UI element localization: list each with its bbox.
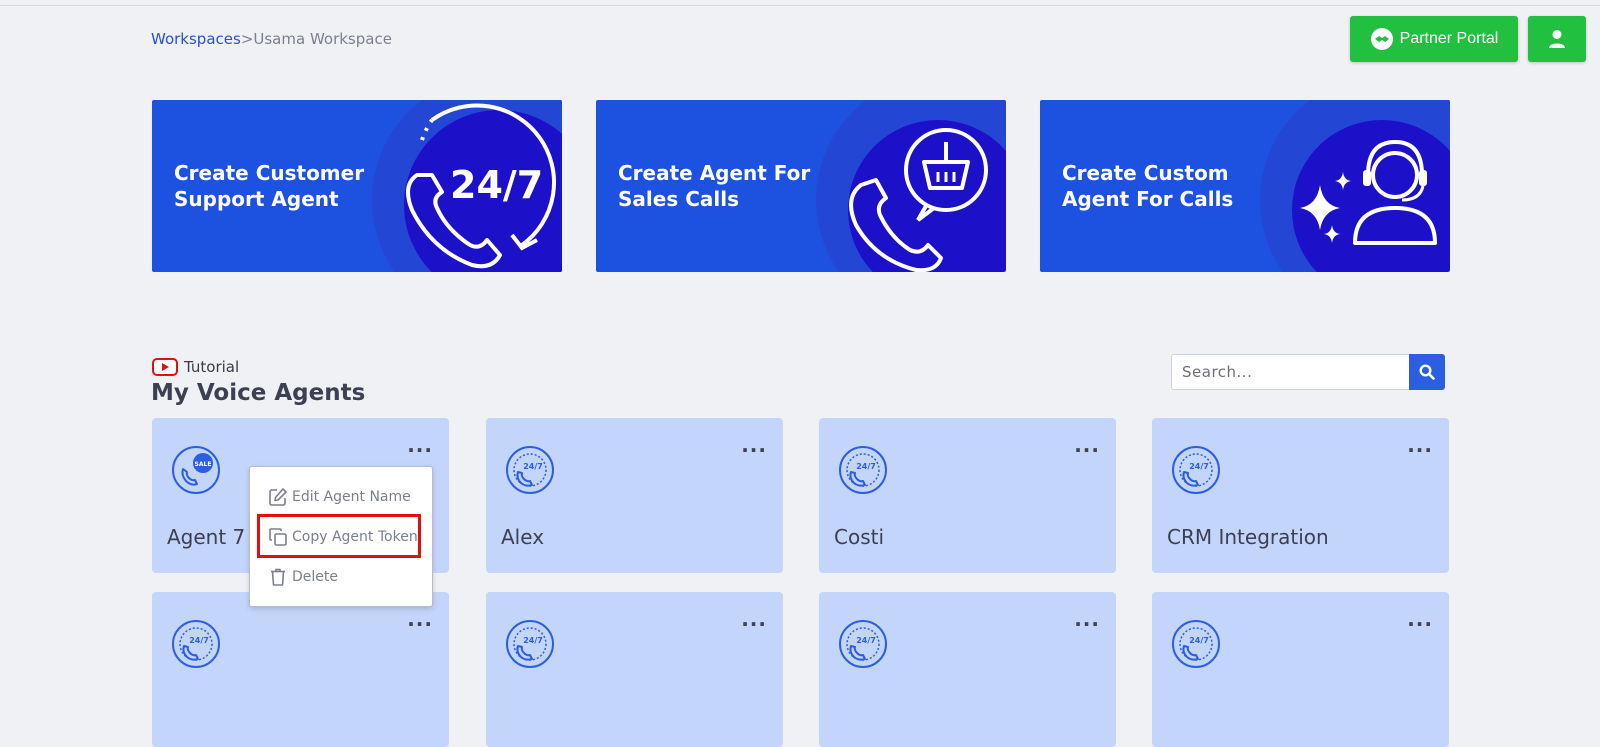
copy-agent-token-label: Copy Agent Token [292, 529, 418, 545]
handshake-icon [1370, 28, 1393, 50]
agent-options-menu: Edit Agent Name Copy Agent Token Delete [249, 466, 433, 607]
user-icon [1549, 30, 1565, 48]
24-7-phone-icon: 24/7 [839, 620, 887, 668]
breadcrumb: Workspaces>Usama Workspace [151, 30, 392, 48]
24-7-text: 24/7 [189, 636, 209, 645]
24-7-phone-icon: 24/7 [406, 103, 556, 269]
agent-name: Costi [834, 525, 885, 549]
more-options-icon[interactable]: ··· [407, 614, 433, 634]
breadcrumb-current: >Usama Workspace [240, 30, 392, 48]
agent-card[interactable]: 24/7 ··· [819, 592, 1116, 747]
trash-icon [271, 568, 285, 586]
create-customer-support-agent-card[interactable]: Create Customer Support Agent 24/7 [152, 100, 562, 272]
agent-card[interactable]: 24/7 ··· [486, 592, 783, 747]
search-input[interactable] [1171, 354, 1409, 390]
search-button[interactable] [1409, 354, 1445, 390]
copy-icon [269, 528, 287, 546]
agent-card[interactable]: 24/7 ··· Costi [819, 418, 1116, 573]
agent-card[interactable]: 24/7 ··· [1152, 592, 1449, 747]
24-7-text: 24/7 [1189, 636, 1209, 645]
agent-card[interactable]: 24/7 ··· [152, 592, 449, 747]
edit-agent-name-label: Edit Agent Name [292, 489, 411, 505]
more-options-icon[interactable]: ··· [741, 614, 767, 634]
youtube-icon [152, 358, 178, 376]
phone-basket-icon [849, 128, 988, 272]
search-bar [1171, 354, 1445, 390]
sale-text: SALE [195, 461, 212, 468]
search-icon [1419, 364, 1435, 380]
copy-agent-token-item[interactable]: Copy Agent Token [268, 527, 418, 547]
agent-name: CRM Integration [1167, 525, 1329, 549]
top-divider [0, 5, 1600, 6]
create-sales-agent-card[interactable]: Create Agent For Sales Calls [596, 100, 1006, 272]
banner-title: Create Custom Agent For Calls [1062, 161, 1234, 211]
sale-phone-icon: SALE [172, 446, 220, 494]
more-options-icon[interactable]: ··· [1074, 614, 1100, 634]
edit-icon [269, 488, 287, 506]
banner-title: Create Customer Support Agent [174, 161, 365, 211]
24-7-text: 24/7 [523, 462, 543, 471]
agent-name: Alex [501, 525, 545, 549]
24-7-text: 24/7 [856, 462, 876, 471]
partner-portal-button[interactable]: Partner Portal [1350, 16, 1518, 62]
agent-name: Agent 7 - [167, 525, 259, 549]
more-options-icon[interactable]: ··· [1074, 440, 1100, 460]
breadcrumb-workspaces-link[interactable]: Workspaces [151, 30, 241, 48]
delete-label: Delete [292, 569, 338, 585]
24-7-phone-icon: 24/7 [506, 446, 554, 494]
more-options-icon[interactable]: ··· [741, 440, 767, 460]
headset-agent-icon [1300, 139, 1437, 245]
create-custom-agent-card[interactable]: Create Custom Agent For Calls [1040, 100, 1450, 272]
24-7-phone-icon: 24/7 [506, 620, 554, 668]
24-7-text: 24/7 [856, 636, 876, 645]
banner-title: Create Agent For Sales Calls [618, 161, 811, 211]
24-7-phone-icon: 24/7 [839, 446, 887, 494]
24-7-text: 24/7 [523, 636, 543, 645]
tutorial-label: Tutorial [184, 358, 240, 376]
delete-agent-item[interactable]: Delete [268, 567, 338, 587]
24-7-phone-icon: 24/7 [1172, 620, 1220, 668]
more-options-icon[interactable]: ··· [407, 440, 433, 460]
partner-portal-label: Partner Portal [1399, 30, 1499, 47]
more-options-icon[interactable]: ··· [1407, 440, 1433, 460]
more-options-icon[interactable]: ··· [1407, 614, 1433, 634]
24-7-text: 24/7 [450, 163, 543, 207]
page-title: My Voice Agents [151, 380, 366, 406]
24-7-phone-icon: 24/7 [172, 620, 220, 668]
edit-agent-name-item[interactable]: Edit Agent Name [268, 487, 411, 507]
tutorial-link[interactable]: Tutorial [152, 358, 239, 376]
24-7-phone-icon: 24/7 [1172, 446, 1220, 494]
agent-card[interactable]: 24/7 ··· Alex [486, 418, 783, 573]
user-menu-button[interactable] [1528, 16, 1586, 62]
agent-card[interactable]: 24/7 ··· CRM Integration [1152, 418, 1449, 573]
24-7-text: 24/7 [1189, 462, 1209, 471]
